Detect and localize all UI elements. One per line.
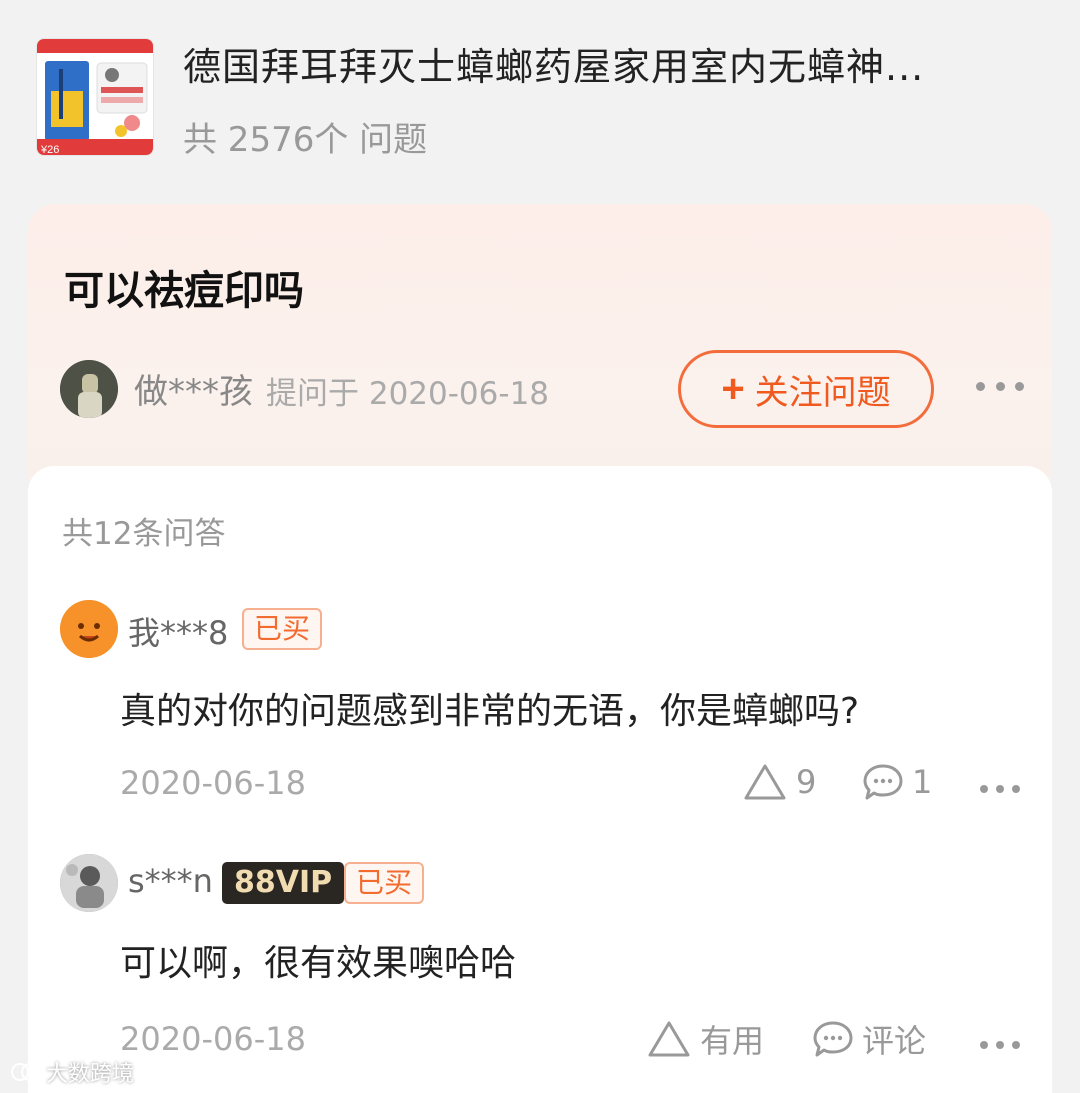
comment-button[interactable]: 评论	[812, 1016, 926, 1062]
plus-icon: +	[721, 367, 745, 411]
comment-label: 评论	[862, 1022, 927, 1060]
watermark: 大数跨境	[10, 1056, 134, 1088]
answer-date: 2020-06-18	[120, 764, 306, 802]
useful-button[interactable]: 有用	[646, 1016, 764, 1062]
bought-badge: 已买	[242, 608, 323, 650]
question-card: 可以祛痘印吗 做***孩 提问于 2020-06-18 + 关注问题	[28, 204, 1052, 504]
asker-name: 做***孩	[134, 372, 253, 412]
answer-text: 可以啊，很有效果噢哈哈	[120, 943, 517, 984]
like-count: 9	[796, 763, 817, 801]
question-more-icon[interactable]	[976, 366, 1024, 406]
comment-count: 1	[912, 763, 933, 801]
watermark-logo-icon	[11, 1063, 39, 1081]
answer-more-icon[interactable]	[980, 774, 1020, 804]
avatar-photo-icon	[60, 360, 118, 418]
answer-item: s***n 88VIP 已买 可以啊，很有效果噢哈哈 2020-06-18 有用…	[28, 854, 1052, 1084]
comment-bubble-icon	[813, 1021, 853, 1057]
answers-panel: 共12条问答 我***8 已买 真的对你的问题感到非常的无语，你是蟑螂吗? 20…	[28, 466, 1052, 1093]
answer-avatar[interactable]	[60, 600, 118, 658]
answer-date: 2020-06-18	[120, 1020, 306, 1058]
question-count: 共 2576个 问题	[183, 120, 428, 160]
product-header: ¥26 德国拜耳拜灭士蟑螂药屋家用室内无蟑神... 共 2576个 问题	[0, 0, 1080, 200]
answer-avatar[interactable]	[60, 854, 118, 912]
bought-badge: 已买	[344, 862, 425, 904]
answer-item: 我***8 已买 真的对你的问题感到非常的无语，你是蟑螂吗? 2020-06-1…	[28, 596, 1052, 826]
product-title[interactable]: 德国拜耳拜灭士蟑螂药屋家用室内无蟑神...	[183, 36, 1023, 91]
triangle-up-icon	[744, 764, 786, 800]
follow-question-label: 关注问题	[754, 373, 891, 412]
answer-username: s***n	[128, 862, 213, 900]
like-button[interactable]: 9	[742, 762, 816, 802]
answer-more-icon[interactable]	[980, 1030, 1020, 1060]
answer-text: 真的对你的问题感到非常的无语，你是蟑螂吗?	[120, 691, 860, 732]
comment-button[interactable]: 1	[862, 762, 932, 802]
comment-bubble-icon	[863, 764, 903, 800]
answers-count: 共12条问答	[62, 516, 226, 552]
asker-avatar[interactable]	[60, 360, 118, 418]
triangle-up-icon	[648, 1021, 690, 1057]
follow-question-button[interactable]: + 关注问题	[678, 350, 934, 428]
question-title: 可以祛痘印吗	[64, 268, 304, 314]
svg-text:¥26: ¥26	[40, 144, 59, 156]
answer-username: 我***8	[128, 614, 229, 652]
avatar-photo-icon	[60, 854, 118, 912]
mascot-face-icon	[60, 600, 118, 658]
product-thumbnail[interactable]: ¥26	[36, 38, 154, 156]
useful-label: 有用	[700, 1022, 765, 1060]
asked-on-date: 提问于 2020-06-18	[266, 376, 550, 412]
watermark-text: 大数跨境	[46, 1062, 135, 1087]
vip-badge: 88VIP	[222, 862, 345, 904]
product-image-icon: ¥26	[37, 39, 153, 156]
